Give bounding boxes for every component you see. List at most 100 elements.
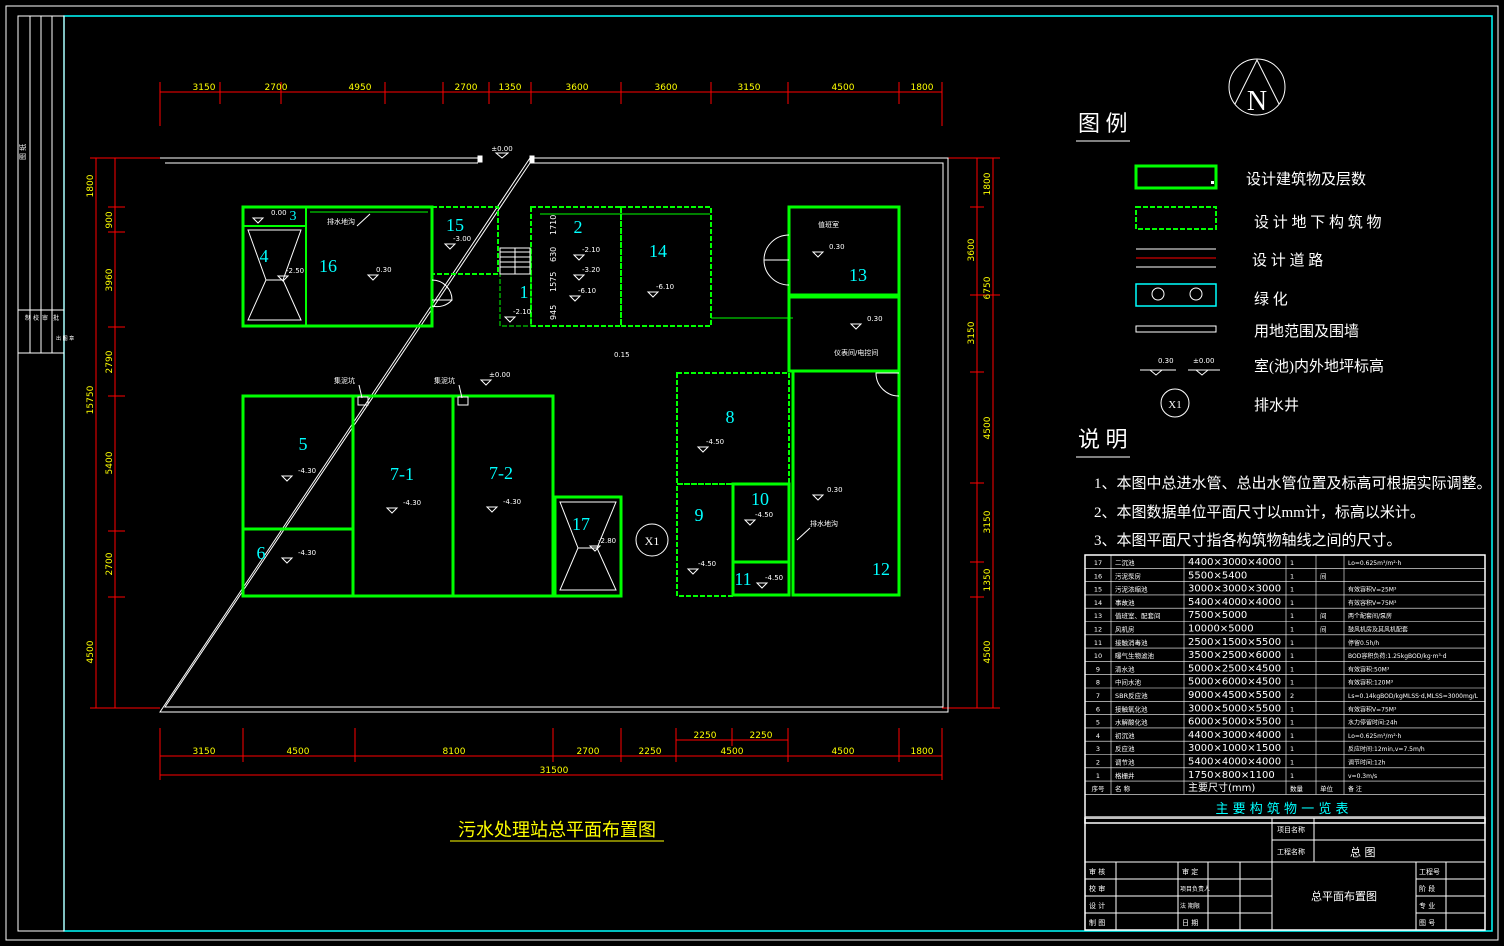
schedule-cell: BOD容积负荷:1.25kgBOD/kg·m³·d xyxy=(1348,652,1447,660)
schedule-cell: 5500×5400 xyxy=(1188,570,1247,581)
schedule-header-cell: 序号 xyxy=(1092,784,1106,793)
stairs xyxy=(499,247,531,275)
dim-top-2: 4950 xyxy=(349,83,372,93)
elev-label: -4.30 xyxy=(403,499,421,507)
dim-bottom-4: 2250 xyxy=(639,747,662,757)
note-dim: 630 xyxy=(549,247,558,262)
legend-elev-symbol xyxy=(1140,369,1176,376)
dim-bottom-1: 4500 xyxy=(287,747,310,757)
building-13-outline xyxy=(787,205,901,299)
room-label-1: 1 xyxy=(520,282,529,302)
dim-top-5: 3600 xyxy=(566,83,589,93)
schedule-cell: 6000×5000×5500 xyxy=(1188,717,1281,728)
note-sludge-pit: 集泥坑 xyxy=(334,376,355,385)
elev-label: 0.30 xyxy=(867,315,883,323)
dim-bottom-sub-1: 2250 xyxy=(750,731,773,741)
dim-right-1: 3600 xyxy=(967,238,977,261)
schedule-cell: 接触消毒池 xyxy=(1115,638,1148,647)
note-line: 2、本图数据单位平面尺寸以mm计，标高以米计。 xyxy=(1094,504,1425,521)
schedule-cell: 风机房 xyxy=(1115,625,1135,634)
schedule-cell: 15 xyxy=(1094,586,1102,594)
schedule-header-cell: 主要尺寸(mm) xyxy=(1188,781,1255,794)
dim-left-2: 3960 xyxy=(105,268,115,291)
schedule-cell: SBR反应池 xyxy=(1115,691,1148,700)
schedule-cell: 1 xyxy=(1290,626,1294,634)
north-label: N xyxy=(1247,86,1267,117)
schedule-caption: 主 要 构 筑 物 一 览 表 xyxy=(1216,801,1349,817)
left-strip-stamp: 出 图 章 xyxy=(56,335,74,342)
note-dim: 945 xyxy=(549,305,558,320)
building-17-outline xyxy=(553,495,623,598)
elev-label: -2.10 xyxy=(582,246,600,254)
elev-label: -2.50 xyxy=(286,267,304,275)
legend-item-label: 用地范围及围墙 xyxy=(1254,323,1359,340)
dim-top-6: 3600 xyxy=(655,83,678,93)
schedule-cell: 有效容积V=75M³ xyxy=(1348,599,1397,607)
schedule-cell: 1 xyxy=(1290,732,1294,740)
tb-stage: 阶 段 xyxy=(1419,884,1435,893)
note-line: 3、本图平面尺寸指各构筑物轴线之间的尺寸。 xyxy=(1094,532,1402,549)
schedule-cell: 反应池 xyxy=(1115,744,1135,753)
dim-bottom-7: 1800 xyxy=(911,747,934,757)
schedule-cell: v=0.3m/s xyxy=(1348,773,1377,780)
dim-bottom-0: 3150 xyxy=(193,747,216,757)
schedule-cell: 清水池 xyxy=(1115,664,1135,673)
tb-date: 日 期 xyxy=(1182,919,1198,927)
schedule-cell: 1 xyxy=(1096,772,1100,780)
dim-top-9: 1800 xyxy=(911,83,934,93)
schedule-cell: 3500×2500×6000 xyxy=(1188,650,1281,661)
elev-label: 0.00 xyxy=(271,209,287,217)
dim-bottom-3: 2700 xyxy=(577,747,600,757)
room-label-13: 13 xyxy=(849,265,867,285)
dim-bottom-5: 4500 xyxy=(721,747,744,757)
dim-bottom-2: 8100 xyxy=(443,747,466,757)
legend-item-label: 排水井 xyxy=(1254,397,1299,414)
note-duty-room: 值班室 xyxy=(818,220,839,229)
room-label-3: 3 xyxy=(290,209,297,224)
schedule-cell: 1 xyxy=(1290,759,1294,767)
schedule-cell: 10 xyxy=(1094,652,1102,660)
schedule-cell: 3000×5000×5500 xyxy=(1188,703,1281,714)
schedule-cell: 5 xyxy=(1096,719,1100,727)
north-arrow: N xyxy=(1228,58,1286,117)
dim-left xyxy=(90,157,160,709)
legend-elev-sample: 0.30 xyxy=(1158,357,1174,365)
elev-label: -4.30 xyxy=(298,467,316,475)
schedule-cell: 1 xyxy=(1290,639,1294,647)
elev-label: 0.30 xyxy=(376,266,392,274)
schedule-header-cell: 备 注 xyxy=(1348,785,1362,793)
elev-label: ±0.00 xyxy=(489,371,510,379)
note-dim: 1575 xyxy=(549,272,558,292)
schedule-cell: 4400×3000×4000 xyxy=(1188,730,1281,741)
schedule-cell: 5400×4000×4000 xyxy=(1188,757,1281,768)
tb-design: 设 计 xyxy=(1089,901,1105,910)
notes-title: 说 明 xyxy=(1078,427,1128,452)
schedule-cell: 14 xyxy=(1094,599,1102,607)
schedule-cell: 有效容积:120M³ xyxy=(1348,679,1394,687)
schedule-cell: Lo=0.625m³/m²·h xyxy=(1348,560,1402,567)
dim-top-4: 1350 xyxy=(499,83,522,93)
dim-right-4: 3150 xyxy=(983,510,993,533)
schedule-cell: 1 xyxy=(1290,679,1294,687)
legend-green-symbol xyxy=(1135,283,1217,307)
dim-left-3: 2790 xyxy=(105,350,115,373)
schedule-cell: 5000×6000×4500 xyxy=(1188,677,1281,688)
tb-spec: 专 业 xyxy=(1419,901,1435,910)
schedule-cell: 污泥浓缩池 xyxy=(1115,585,1148,594)
building-14-outline xyxy=(620,206,712,327)
drain-well-x1: X1 xyxy=(635,523,669,557)
schedule-cell: 3000×1000×1500 xyxy=(1188,743,1281,754)
tb-review: 审 核 xyxy=(1089,867,1105,876)
schedule-cell: 有效容积V=75M³ xyxy=(1348,705,1397,713)
room-label-4: 4 xyxy=(260,246,269,266)
schedule-cell: 1 xyxy=(1290,572,1294,580)
note-drain-ditch: 排水地沟 xyxy=(810,519,838,528)
schedule-cell: 1 xyxy=(1290,719,1294,727)
room-label-10: 10 xyxy=(751,489,769,509)
schedule-cell: 5000×2500×4500 xyxy=(1188,663,1281,674)
schedule-cell: 有效容积V=25M³ xyxy=(1348,586,1397,594)
schedule-cell: 12 xyxy=(1094,626,1102,634)
schedule-cell: Lo=0.625m³/m²·h xyxy=(1348,733,1402,740)
schedule-cell: 8 xyxy=(1096,679,1100,687)
elev-label: ±0.00 xyxy=(491,145,512,153)
